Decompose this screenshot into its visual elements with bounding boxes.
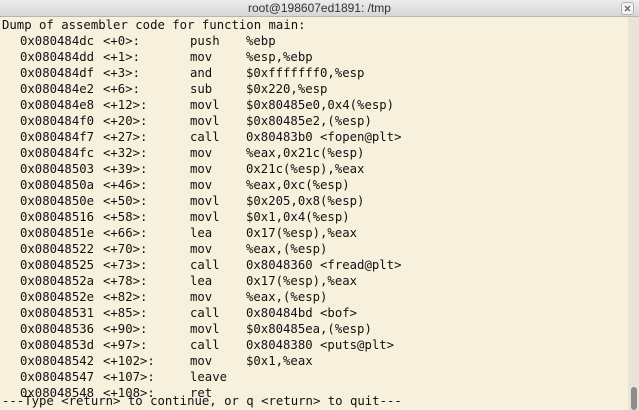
instruction-mnemonic: movl	[190, 322, 220, 336]
instruction-operands: 0x17(%esp),%eax	[246, 274, 358, 288]
instruction-operands: 0x8048380 <puts@plt>	[246, 338, 395, 352]
instruction-mnemonic: leave	[190, 370, 228, 384]
instruction-address: 0x08048516	[20, 210, 95, 224]
instruction-operands: $0x205,0x8(%esp)	[246, 194, 365, 208]
instruction-operands: %esp,%ebp	[246, 50, 313, 64]
instruction-offset: <+6>:	[103, 82, 141, 96]
terminal-output[interactable]: Dump of assembler code for function main…	[0, 17, 628, 410]
instruction-operands: 0x80483b0 <fopen@plt>	[246, 130, 402, 144]
instruction-offset: <+50>:	[103, 194, 148, 208]
instruction-mnemonic: mov	[190, 50, 213, 64]
title-bar[interactable]: root@198607ed1891: /tmp	[0, 0, 639, 17]
instruction-address: 0x0804852e	[20, 290, 95, 304]
vertical-scrollbar[interactable]	[628, 17, 639, 410]
close-button[interactable]	[621, 2, 634, 15]
instruction-operands: $0x80485e0,0x4(%esp)	[246, 98, 395, 112]
instruction-address: 0x080484fc	[20, 146, 95, 160]
close-icon	[624, 5, 631, 12]
instruction-offset: <+32>:	[103, 146, 148, 160]
instruction-operands: 0x17(%esp),%eax	[246, 226, 358, 240]
instruction-operands: $0x220,%esp	[246, 82, 328, 96]
instruction-address: 0x080484df	[20, 66, 95, 80]
instruction-offset: <+39>:	[103, 162, 148, 176]
instruction-offset: <+3>:	[103, 66, 141, 80]
instruction-address: 0x0804850a	[20, 178, 95, 192]
instruction-mnemonic: call	[190, 306, 220, 320]
instruction-address: 0x0804852a	[20, 274, 95, 288]
instruction-offset: <+27>:	[103, 130, 148, 144]
window-title: root@198607ed1891: /tmp	[248, 1, 391, 15]
instruction-offset: <+102>:	[103, 354, 155, 368]
instruction-operands: $0xfffffff0,%esp	[246, 66, 365, 80]
instruction-mnemonic: call	[190, 258, 220, 272]
instruction-mnemonic: mov	[190, 146, 213, 160]
instruction-operands: $0x80485e2,(%esp)	[246, 114, 372, 128]
instruction-offset: <+1>:	[103, 50, 141, 64]
instruction-address: 0x08048542	[20, 354, 95, 368]
instruction-offset: <+46>:	[103, 178, 148, 192]
instruction-address: 0x080484f0	[20, 114, 95, 128]
instruction-offset: <+90>:	[103, 322, 148, 336]
instruction-mnemonic: mov	[190, 162, 213, 176]
instruction-address: 0x080484dc	[20, 34, 95, 48]
instruction-operands: 0x8048360 <fread@plt>	[246, 258, 402, 272]
instruction-address: 0x08048536	[20, 322, 95, 336]
instruction-offset: <+107>:	[103, 370, 155, 384]
instruction-offset: <+0>:	[103, 34, 141, 48]
instruction-offset: <+85>:	[103, 306, 148, 320]
instruction-offset: <+12>:	[103, 98, 148, 112]
instruction-mnemonic: movl	[190, 98, 220, 112]
instruction-address: 0x080484e2	[20, 82, 95, 96]
instruction-address: 0x080484f7	[20, 130, 95, 144]
disassembly-header: Dump of assembler code for function main…	[2, 18, 306, 32]
pager-prompt: ---Type <return> to continue, or q <retu…	[2, 394, 402, 408]
instruction-operands: %eax,0xc(%esp)	[246, 178, 350, 192]
instruction-offset: <+20>:	[103, 114, 148, 128]
instruction-mnemonic: lea	[190, 226, 213, 240]
instruction-address: 0x0804853d	[20, 338, 95, 352]
instruction-address: 0x08048547	[20, 370, 95, 384]
instruction-offset: <+78>:	[103, 274, 148, 288]
instruction-address: 0x080484dd	[20, 50, 95, 64]
instruction-offset: <+66>:	[103, 226, 148, 240]
instruction-mnemonic: lea	[190, 274, 213, 288]
instruction-mnemonic: mov	[190, 178, 213, 192]
instruction-operands: %eax,(%esp)	[246, 290, 328, 304]
instruction-operands: $0x1,0x4(%esp)	[246, 210, 350, 224]
instruction-operands: $0x1,%eax	[246, 354, 313, 368]
instruction-offset: <+58>:	[103, 210, 148, 224]
scrollbar-thumb[interactable]	[631, 387, 637, 410]
instruction-mnemonic: mov	[190, 242, 213, 256]
instruction-mnemonic: sub	[190, 82, 213, 96]
instruction-operands: %eax,(%esp)	[246, 242, 328, 256]
instruction-operands: $0x80485ea,(%esp)	[246, 322, 372, 336]
instruction-offset: <+70>:	[103, 242, 148, 256]
instruction-address: 0x0804851e	[20, 226, 95, 240]
instruction-mnemonic: movl	[190, 210, 220, 224]
instruction-mnemonic: movl	[190, 194, 220, 208]
instruction-operands: 0x21c(%esp),%eax	[246, 162, 365, 176]
instruction-mnemonic: mov	[190, 290, 213, 304]
instruction-offset: <+97>:	[103, 338, 148, 352]
instruction-offset: <+73>:	[103, 258, 148, 272]
instruction-address: 0x08048525	[20, 258, 95, 272]
instruction-mnemonic: mov	[190, 354, 213, 368]
instruction-address: 0x0804850e	[20, 194, 95, 208]
instruction-mnemonic: call	[190, 130, 220, 144]
instruction-mnemonic: movl	[190, 114, 220, 128]
instruction-operands: %eax,0x21c(%esp)	[246, 146, 365, 160]
instruction-offset: <+82>:	[103, 290, 148, 304]
instruction-address: 0x08048531	[20, 306, 95, 320]
terminal-window: root@198607ed1891: /tmp Dump of assemble…	[0, 0, 639, 410]
instruction-operands: %ebp	[246, 34, 276, 48]
instruction-mnemonic: and	[190, 66, 213, 80]
instruction-address: 0x08048522	[20, 242, 95, 256]
instruction-address: 0x08048503	[20, 162, 95, 176]
instruction-mnemonic: push	[190, 34, 220, 48]
instruction-operands: 0x80484bd <bof>	[246, 306, 358, 320]
instruction-mnemonic: call	[190, 338, 220, 352]
instruction-address: 0x080484e8	[20, 98, 95, 112]
